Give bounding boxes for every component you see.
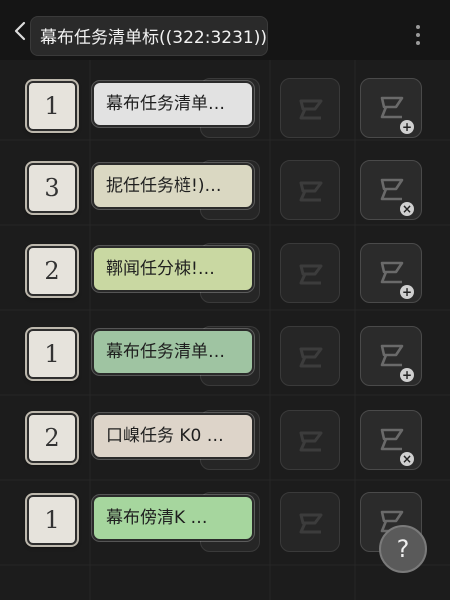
task-row: 3 抳任任务梿!)… × (0, 160, 450, 230)
placeholder-tile (280, 326, 340, 386)
task-number-box[interactable]: 1 (27, 81, 77, 131)
close-icon: × (400, 452, 414, 466)
task-number-box[interactable]: 1 (27, 329, 77, 379)
task-label[interactable]: 抳任任务梿!)… (92, 163, 254, 209)
task-row: 1 幕布任务清单… + (0, 78, 450, 148)
app-header: 幕布任务清单标((322:3231)) (0, 0, 450, 60)
more-vertical-icon[interactable] (408, 22, 428, 48)
plus-icon: + (400, 368, 414, 382)
help-button[interactable]: ? (379, 525, 427, 573)
task-label[interactable]: 口嵲任务 K0 … (92, 413, 254, 459)
task-row: 1 幕布任务清单… + (0, 326, 450, 396)
close-icon: × (400, 202, 414, 216)
placeholder-tile (280, 243, 340, 303)
task-label[interactable]: 鞹闻任分栜!… (92, 246, 254, 292)
task-label[interactable]: 幕布任务清单… (92, 329, 254, 375)
placeholder-tile (280, 410, 340, 470)
task-number-box[interactable]: 1 (27, 495, 77, 545)
task-number-box[interactable]: 2 (27, 246, 77, 296)
task-row: 2 鞹闻任分栜!… + (0, 243, 450, 313)
task-label[interactable]: 幕布傍清K … (92, 495, 254, 541)
back-chevron-icon[interactable] (8, 18, 34, 44)
task-number-box[interactable]: 2 (27, 413, 77, 463)
task-row: 2 口嵲任务 K0 … × (0, 410, 450, 480)
placeholder-tile (280, 78, 340, 138)
task-number-box[interactable]: 3 (27, 163, 77, 213)
task-label[interactable]: 幕布任务清单… (92, 81, 254, 127)
page-title: 幕布任务清单标((322:3231)) (40, 28, 267, 48)
plus-icon: + (400, 285, 414, 299)
placeholder-tile (280, 160, 340, 220)
placeholder-tile (280, 492, 340, 552)
plus-icon: + (400, 120, 414, 134)
